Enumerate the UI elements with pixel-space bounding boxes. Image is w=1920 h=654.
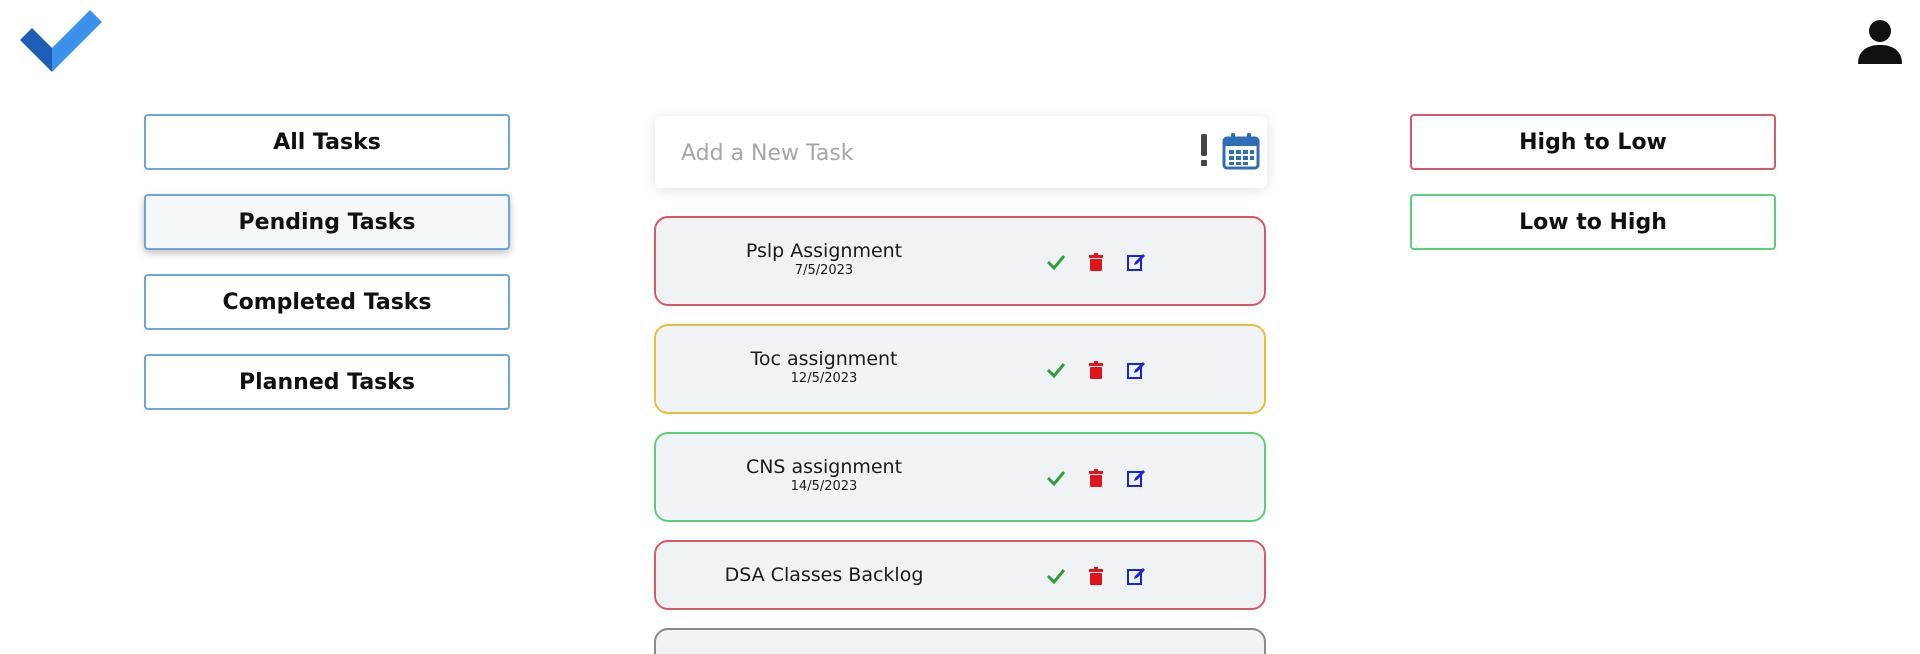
- task-title: Toc assignment: [750, 348, 898, 370]
- edit-icon[interactable]: [1126, 360, 1146, 380]
- trash-icon[interactable]: [1086, 360, 1106, 380]
- new-task-input[interactable]: [679, 134, 1183, 172]
- trash-icon[interactable]: [1086, 566, 1106, 586]
- check-icon[interactable]: [1046, 566, 1066, 586]
- task-card: CNS assignment 14/5/2023: [654, 432, 1266, 522]
- task-title: DSA Classes Backlog: [724, 564, 924, 586]
- pending-tasks-button[interactable]: Pending Tasks: [144, 194, 510, 250]
- exclamation-icon[interactable]: [1197, 130, 1211, 170]
- edit-icon[interactable]: [1126, 566, 1146, 586]
- edit-icon[interactable]: [1126, 468, 1146, 488]
- task-card: Toc assignment 12/5/2023: [654, 324, 1266, 414]
- task-date: 7/5/2023: [794, 263, 854, 278]
- task-card: DSA Classes Backlog: [654, 540, 1266, 610]
- completed-tasks-button[interactable]: Completed Tasks: [144, 274, 510, 330]
- task-card: Pslp Assignment 7/5/2023: [654, 216, 1266, 306]
- task-date: 14/5/2023: [790, 479, 858, 494]
- sort-high-to-low-button[interactable]: High to Low: [1410, 114, 1776, 170]
- check-icon[interactable]: [1046, 360, 1066, 380]
- check-icon[interactable]: [1046, 252, 1066, 272]
- checkmark-logo-icon[interactable]: [18, 4, 102, 72]
- task-card: [654, 628, 1266, 654]
- user-icon[interactable]: [1856, 18, 1904, 66]
- edit-icon[interactable]: [1126, 252, 1146, 272]
- task-date: 12/5/2023: [790, 371, 858, 386]
- check-icon[interactable]: [1046, 468, 1066, 488]
- trash-icon[interactable]: [1086, 252, 1106, 272]
- all-tasks-button[interactable]: All Tasks: [144, 114, 510, 170]
- calendar-icon[interactable]: [1222, 132, 1260, 170]
- add-task-bar: [655, 116, 1267, 188]
- planned-tasks-button[interactable]: Planned Tasks: [144, 354, 510, 410]
- task-title: Pslp Assignment: [745, 240, 903, 262]
- trash-icon[interactable]: [1086, 468, 1106, 488]
- task-title: CNS assignment: [745, 456, 903, 478]
- sort-low-to-high-button[interactable]: Low to High: [1410, 194, 1776, 250]
- app-page: All Tasks Pending Tasks Completed Tasks …: [0, 0, 1920, 654]
